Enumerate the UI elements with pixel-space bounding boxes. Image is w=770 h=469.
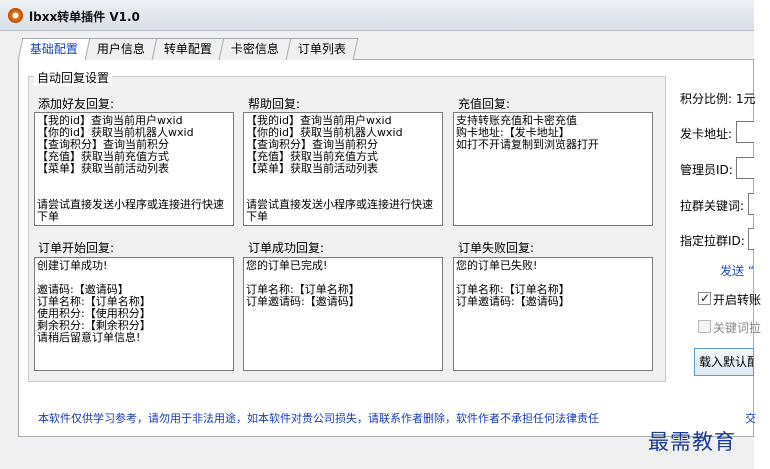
pull-keyword-input[interactable]: [748, 193, 754, 215]
admin-id-input[interactable]: [736, 157, 754, 179]
order-start-reply-textarea[interactable]: 创建订单成功! 邀请码:【邀请码】 订单名称:【订单名称】 使用积分:【使用积分…: [34, 257, 234, 371]
load-default-button[interactable]: 载入默认配: [694, 348, 754, 376]
group-title: 自动回复设置: [34, 69, 113, 86]
add-friend-reply-textarea[interactable]: 【我的id】查询当前用户wxid 【你的id】获取当前机器人wxid 【查询积分…: [34, 112, 234, 226]
recharge-reply-textarea[interactable]: 支持转账充值和卡密充值 购卡地址:【发卡地址】 如打不开请复制到浏览器打开: [453, 112, 653, 226]
window-title: lbxx转单插件 V1.0: [29, 10, 140, 24]
watermark-logo: 最需教育: [648, 430, 736, 454]
recharge-reply-label: 充值回复:: [458, 97, 511, 111]
open-transfer-checkbox[interactable]: [698, 291, 711, 305]
order-success-reply-label: 订单成功回复:: [248, 241, 325, 255]
order-start-reply-label: 订单开始回复:: [38, 241, 115, 255]
pull-keyword-label: 拉群关键词:: [680, 199, 745, 213]
tab-bar: 基础配置 用户信息 转单配置 卡密信息 订单列表: [17, 38, 359, 60]
disclaimer-extra-text: 交: [745, 412, 756, 425]
target-group-input[interactable]: [748, 228, 754, 250]
order-fail-reply-textarea[interactable]: 您的订单已失败! 订单名称:【订单名称】 订单邀请码:【邀请码】: [453, 257, 653, 371]
help-reply-textarea[interactable]: 【我的id】查询当前用户wxid 【你的id】获取当前机器人wxid 【查询积分…: [243, 112, 443, 226]
disclaimer-text: 本软件仅供学习参考，请勿用于非法用途，如本软件对贵公司损失，请联系作者删除，软件…: [38, 412, 599, 425]
admin-id-label: 管理员ID:: [680, 163, 733, 177]
add-friend-reply-label: 添加好友回复:: [38, 97, 115, 111]
tab-order-list[interactable]: 订单列表: [285, 38, 359, 60]
app-icon: [8, 8, 23, 23]
title-bar: lbxx转单插件 V1.0: [0, 0, 754, 31]
help-reply-label: 帮助回复:: [248, 97, 301, 111]
points-ratio-label: 积分比例: 1元: [680, 92, 756, 106]
order-fail-reply-label: 订单失败回复:: [458, 241, 535, 255]
tab-user-info[interactable]: 用户信息: [84, 38, 158, 60]
order-success-reply-textarea[interactable]: 您的订单已完成! 订单名称:【订单名称】 订单邀请码:【邀请码】: [243, 257, 443, 371]
keyword-pull-label: 关键词拉: [713, 321, 762, 335]
target-group-label: 指定拉群ID:: [680, 234, 745, 248]
card-url-label: 发卡地址:: [680, 127, 733, 141]
card-url-input[interactable]: [736, 121, 754, 143]
open-transfer-label: 开启转账: [713, 293, 762, 307]
send-link[interactable]: 发送 “: [720, 262, 754, 279]
tab-basic-config[interactable]: 基础配置: [17, 38, 91, 60]
window-edge: [754, 0, 770, 469]
tab-transfer-config[interactable]: 转单配置: [151, 38, 225, 60]
keyword-pull-checkbox[interactable]: [698, 320, 711, 333]
tab-card-info[interactable]: 卡密信息: [218, 38, 292, 60]
